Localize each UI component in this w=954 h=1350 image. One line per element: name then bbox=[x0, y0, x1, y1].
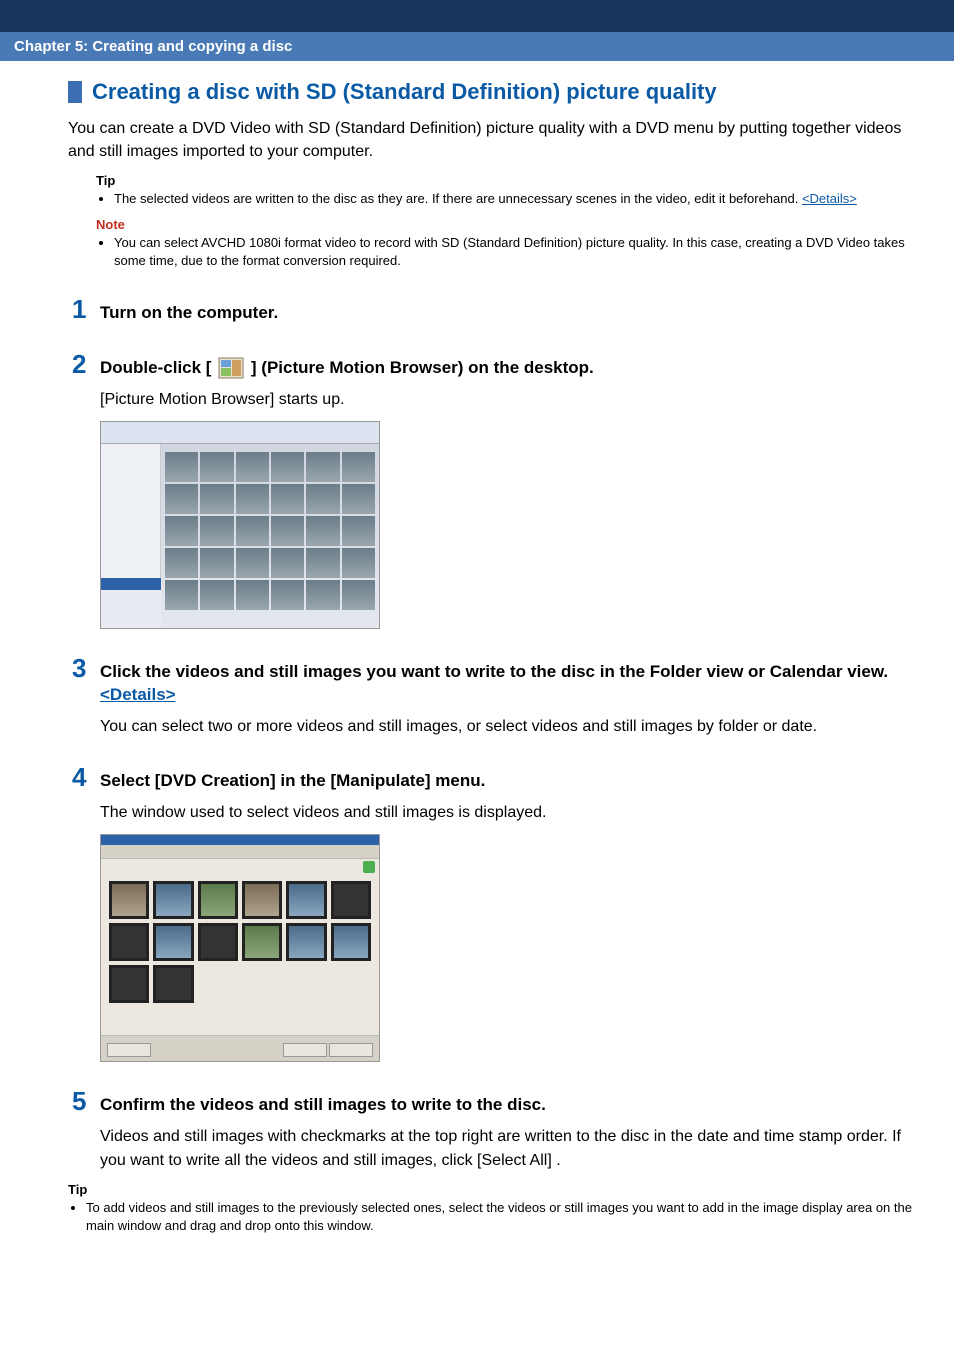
step-title-suffix: ] (Picture Motion Browser) on the deskto… bbox=[251, 358, 594, 377]
tip-block-1: Tip The selected videos are written to t… bbox=[96, 173, 924, 208]
step-body: Videos and still images with checkmarks … bbox=[100, 1125, 924, 1171]
tip-label: Tip bbox=[96, 173, 924, 188]
step-title-text: Click the videos and still images you wa… bbox=[100, 662, 888, 681]
step-number: 1 bbox=[72, 294, 100, 325]
tip-item: To add videos and still images to the pr… bbox=[86, 1199, 924, 1235]
step-body: [Picture Motion Browser] starts up. bbox=[100, 388, 924, 411]
dvd-creation-screenshot bbox=[100, 834, 380, 1062]
tip-item: The selected videos are written to the d… bbox=[114, 190, 924, 208]
title-marker-icon bbox=[68, 81, 82, 103]
note-block-1: Note You can select AVCHD 1080i format v… bbox=[96, 217, 924, 270]
step-title: Select [DVD Creation] in the [Manipulate… bbox=[100, 770, 485, 793]
step-title: Confirm the videos and still images to w… bbox=[100, 1094, 546, 1117]
step-title: Double-click [ ] (Picture Motion Browser… bbox=[100, 357, 594, 380]
page-title: Creating a disc with SD (Standard Defini… bbox=[92, 79, 717, 105]
intro-paragraph: You can create a DVD Video with SD (Stan… bbox=[68, 117, 924, 163]
picture-motion-browser-icon bbox=[218, 357, 244, 379]
step-body: You can select two or more videos and st… bbox=[100, 715, 924, 738]
step-number: 2 bbox=[72, 349, 100, 380]
step-title-prefix: Double-click [ bbox=[100, 358, 216, 377]
top-bar bbox=[0, 0, 954, 32]
step-4: 4 Select [DVD Creation] in the [Manipula… bbox=[68, 762, 924, 1062]
note-item: You can select AVCHD 1080i format video … bbox=[114, 234, 924, 270]
pmb-screenshot bbox=[100, 421, 380, 629]
step-2: 2 Double-click [ ] (Picture Motion Brows… bbox=[68, 349, 924, 629]
details-link[interactable]: <Details> bbox=[802, 191, 857, 206]
step-1: 1 Turn on the computer. bbox=[68, 294, 924, 325]
page-title-row: Creating a disc with SD (Standard Defini… bbox=[68, 79, 924, 105]
step-number: 4 bbox=[72, 762, 100, 793]
step-3: 3 Click the videos and still images you … bbox=[68, 653, 924, 738]
note-label: Note bbox=[96, 217, 924, 232]
tip-text: The selected videos are written to the d… bbox=[114, 191, 802, 206]
tip-block-2: Tip To add videos and still images to th… bbox=[68, 1182, 924, 1235]
step-title: Turn on the computer. bbox=[100, 302, 278, 325]
tip-label: Tip bbox=[68, 1182, 924, 1197]
step-number: 5 bbox=[72, 1086, 100, 1117]
step-5: 5 Confirm the videos and still images to… bbox=[68, 1086, 924, 1235]
step-body: The window used to select videos and sti… bbox=[100, 801, 924, 824]
step-number: 3 bbox=[72, 653, 100, 684]
step-title: Click the videos and still images you wa… bbox=[100, 661, 924, 707]
details-link[interactable]: <Details> bbox=[100, 685, 176, 704]
page-content: Creating a disc with SD (Standard Defini… bbox=[0, 61, 954, 1283]
chapter-header: Chapter 5: Creating and copying a disc bbox=[0, 32, 954, 61]
